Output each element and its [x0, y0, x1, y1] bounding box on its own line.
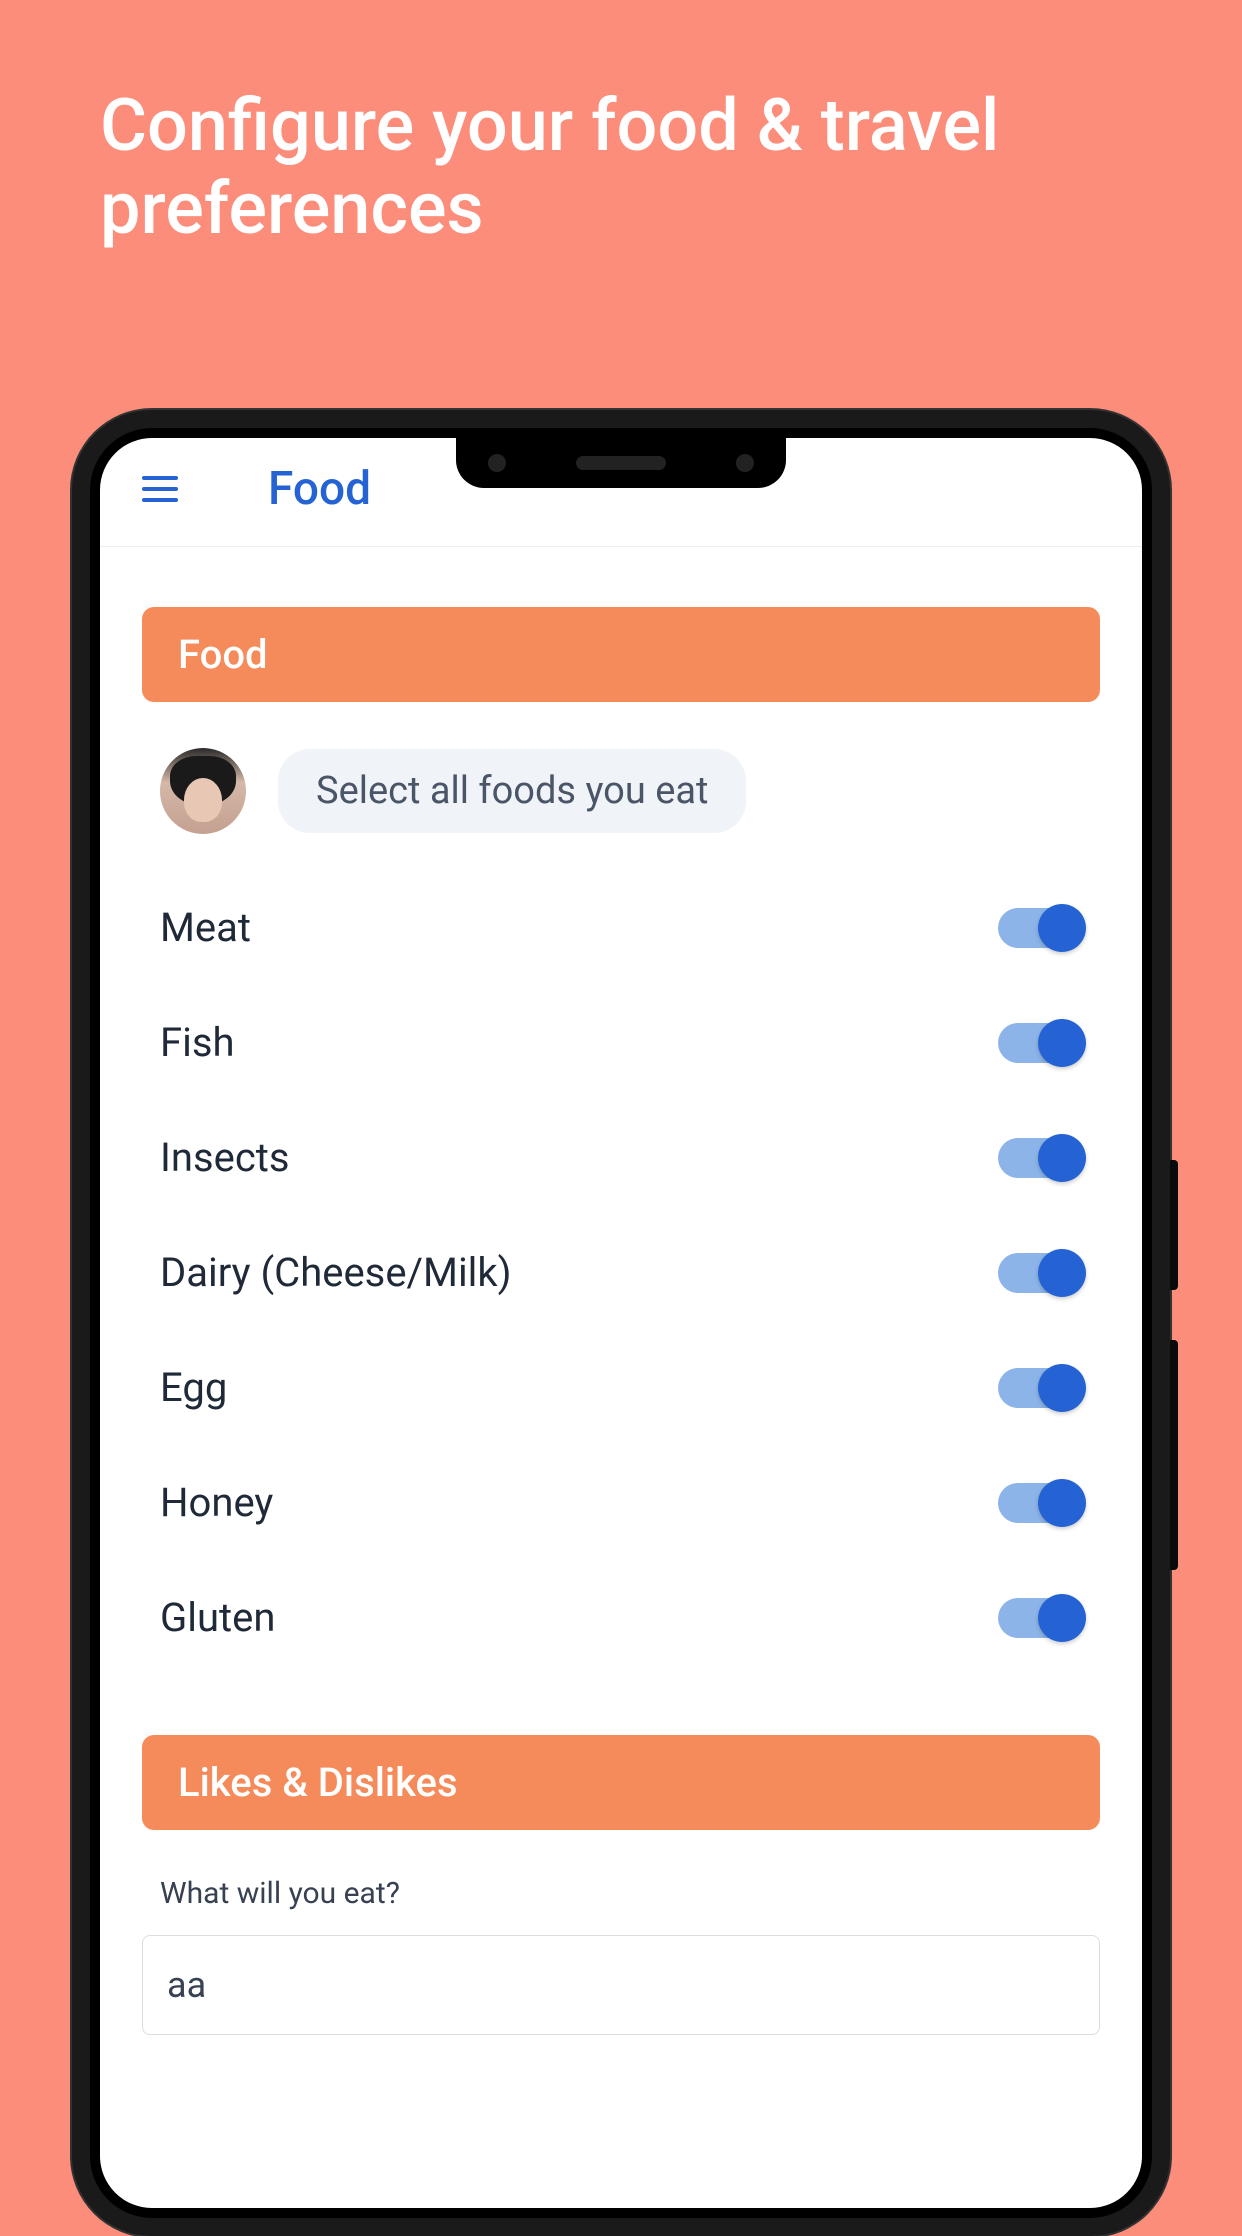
toggle-label: Honey — [160, 1479, 273, 1526]
toggle-gluten[interactable] — [998, 1598, 1082, 1638]
toggle-label: Egg — [160, 1364, 227, 1411]
toggle-row-egg: Egg — [142, 1330, 1100, 1445]
toggle-row-dairy: Dairy (Cheese/Milk) — [142, 1215, 1100, 1330]
prompt-bubble: Select all foods you eat — [278, 749, 746, 833]
phone-notch — [456, 438, 786, 488]
toggle-row-meat: Meat — [142, 870, 1100, 985]
phone-frame: Food Food Select all foods you eat Meat … — [72, 410, 1170, 2236]
toggle-row-honey: Honey — [142, 1445, 1100, 1560]
toggle-label: Fish — [160, 1019, 235, 1066]
toggle-insects[interactable] — [998, 1138, 1082, 1178]
toggle-label: Dairy (Cheese/Milk) — [160, 1249, 512, 1296]
toggle-row-fish: Fish — [142, 985, 1100, 1100]
section-header-food: Food — [142, 607, 1100, 702]
toggle-label: Gluten — [160, 1594, 275, 1641]
side-button — [1170, 1160, 1178, 1290]
toggle-honey[interactable] — [998, 1483, 1082, 1523]
toggle-egg[interactable] — [998, 1368, 1082, 1408]
app-screen: Food Food Select all foods you eat Meat … — [100, 438, 1142, 2208]
toggle-row-gluten: Gluten — [142, 1560, 1100, 1675]
section-header-likes: Likes & Dislikes — [142, 1735, 1100, 1830]
promo-headline: Configure your food & travel preferences — [100, 85, 1142, 251]
assistant-prompt: Select all foods you eat — [142, 748, 1100, 834]
side-button — [1170, 1340, 1178, 1570]
avatar — [160, 748, 246, 834]
toggle-fish[interactable] — [998, 1023, 1082, 1063]
toggle-label: Meat — [160, 904, 251, 951]
food-eat-input[interactable]: aa — [142, 1935, 1100, 2035]
toggle-row-insects: Insects — [142, 1100, 1100, 1215]
toggle-label: Insects — [160, 1134, 290, 1181]
toggle-meat[interactable] — [998, 908, 1082, 948]
toggle-dairy[interactable] — [998, 1253, 1082, 1293]
menu-icon[interactable] — [142, 472, 178, 506]
page-title: Food — [268, 462, 371, 516]
question-label: What will you eat? — [142, 1876, 1100, 1935]
